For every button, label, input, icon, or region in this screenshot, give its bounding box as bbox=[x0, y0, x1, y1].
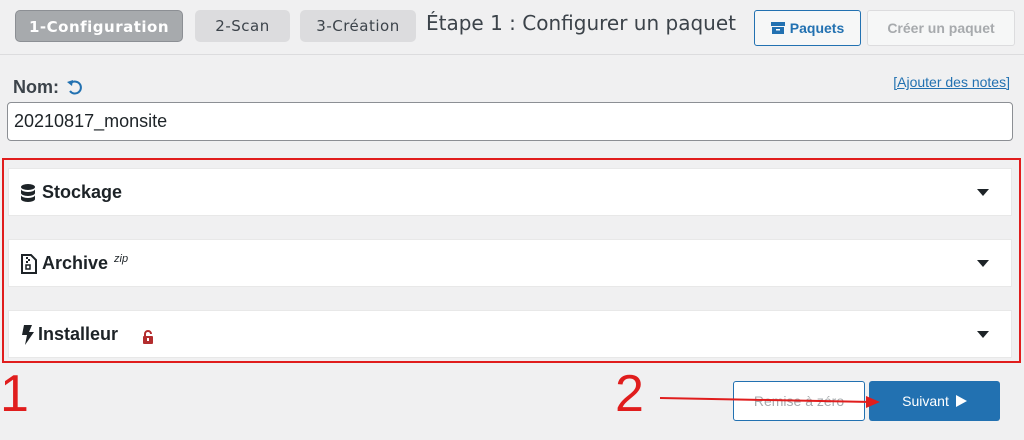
bolt-icon bbox=[22, 325, 34, 345]
step-scan-tab[interactable]: 2-Scan bbox=[195, 10, 290, 42]
file-zip-icon bbox=[21, 254, 37, 274]
create-package-button[interactable]: Créer un paquet bbox=[867, 10, 1015, 46]
chevron-down-icon[interactable] bbox=[977, 331, 989, 338]
panel-storage-title: Stockage bbox=[42, 182, 123, 202]
reset-button[interactable]: Remise à zéro bbox=[733, 381, 865, 421]
panel-archive-title: Archive zip bbox=[42, 253, 128, 274]
next-label: Suivant bbox=[902, 393, 949, 409]
panel-archive-label: Archive bbox=[42, 253, 109, 273]
paquets-label: Paquets bbox=[789, 20, 845, 36]
add-notes-link[interactable]: [Ajouter des notes] bbox=[893, 74, 1010, 90]
archive-icon bbox=[770, 22, 785, 34]
database-icon bbox=[21, 184, 35, 202]
chevron-down-icon[interactable] bbox=[977, 260, 989, 267]
undo-icon[interactable] bbox=[66, 79, 84, 97]
archive-zip-superscript: zip bbox=[114, 253, 129, 265]
step-creation-tab[interactable]: 3-Création bbox=[300, 10, 416, 42]
annotation-number-one: 1 bbox=[0, 365, 29, 423]
page-title: Étape 1 : Configurer un paquet bbox=[426, 11, 736, 35]
step-configuration-tab[interactable]: 1-Configuration bbox=[15, 10, 183, 42]
annotation-number-two: 2 bbox=[615, 365, 644, 423]
name-label: Nom: bbox=[13, 77, 59, 97]
panel-storage[interactable]: Stockage bbox=[8, 168, 1012, 216]
next-button[interactable]: Suivant bbox=[869, 381, 1000, 421]
package-name-input[interactable] bbox=[7, 102, 1013, 141]
panel-installer[interactable]: Installeur bbox=[8, 310, 1012, 358]
panel-installer-title: Installeur bbox=[38, 324, 119, 344]
paquets-button[interactable]: Paquets bbox=[754, 10, 861, 46]
top-bar: 1-Configuration 2-Scan 3-Création Étape … bbox=[0, 0, 1024, 55]
play-icon bbox=[955, 395, 967, 407]
panel-archive[interactable]: Archive zip bbox=[8, 239, 1012, 287]
chevron-down-icon[interactable] bbox=[977, 189, 989, 196]
unlock-icon bbox=[143, 330, 153, 344]
